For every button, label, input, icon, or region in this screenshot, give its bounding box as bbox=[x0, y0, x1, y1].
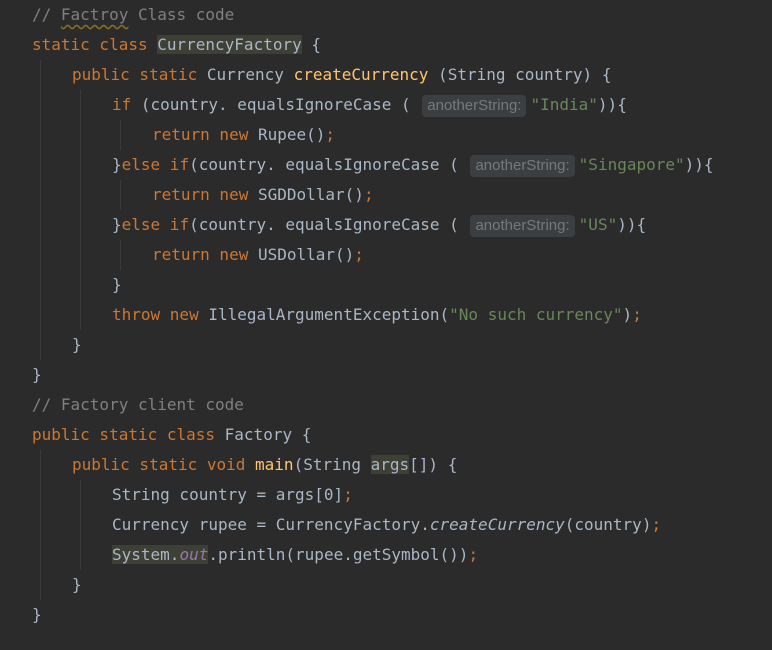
keyword: public static bbox=[72, 65, 207, 84]
string-literal: "Singapore" bbox=[578, 155, 685, 174]
code-line-18[interactable]: Currency rupee = CurrencyFactory.createC… bbox=[112, 510, 661, 540]
string-literal: "US" bbox=[578, 215, 618, 234]
indent-guide bbox=[120, 120, 121, 150]
code-line-19[interactable]: System.out.println(rupee.getSymbol()); bbox=[112, 540, 478, 570]
code-line-2[interactable]: static class CurrencyFactory { bbox=[32, 30, 321, 60]
closing-brace: } bbox=[32, 365, 42, 384]
code-line-11[interactable]: throw new IllegalArgumentException("No s… bbox=[112, 300, 642, 330]
parameter-highlighted: args bbox=[370, 455, 410, 474]
class-name-highlighted: CurrencyFactory bbox=[157, 35, 302, 54]
code-text: { bbox=[301, 35, 321, 54]
keyword: if bbox=[112, 95, 132, 114]
keyword: throw new bbox=[112, 305, 209, 324]
semicolon: ; bbox=[632, 305, 642, 324]
code-text: (String country) { bbox=[428, 65, 612, 84]
code-text: } bbox=[112, 215, 122, 234]
semicolon: ; bbox=[468, 545, 479, 564]
code-text: (country. equalsIgnoreCase ( bbox=[189, 215, 469, 234]
keyword: public static class bbox=[32, 425, 225, 444]
code-text: } bbox=[112, 155, 122, 174]
return-type: Currency bbox=[206, 65, 294, 84]
code-line-10[interactable]: } bbox=[112, 270, 122, 300]
closing-brace: } bbox=[32, 605, 42, 624]
code-line-6[interactable]: }else if(country. equalsIgnoreCase ( ano… bbox=[112, 150, 714, 180]
system-class-highlighted: System.out bbox=[112, 545, 209, 564]
comment-typo-word: Factroy bbox=[60, 5, 129, 24]
comment-prefix: // bbox=[32, 5, 61, 24]
code-text: (country) bbox=[564, 515, 652, 534]
indent-guide bbox=[80, 480, 81, 570]
code-line-12[interactable]: } bbox=[72, 330, 82, 360]
static-field: out bbox=[179, 545, 209, 564]
comment: // Factory client code bbox=[32, 395, 244, 414]
code-text: .println(rupee.getSymbol()) bbox=[208, 545, 469, 564]
code-text: IllegalArgumentException( bbox=[208, 305, 450, 324]
keyword: else if bbox=[121, 215, 190, 234]
closing-brace: } bbox=[72, 335, 82, 354]
system-class: System. bbox=[112, 545, 180, 564]
indent-guide bbox=[40, 60, 41, 360]
code-text: (country. equalsIgnoreCase ( bbox=[131, 95, 421, 114]
code-line-15[interactable]: public static class Factory { bbox=[32, 420, 311, 450]
code-line-9[interactable]: return new USDollar(); bbox=[152, 240, 364, 270]
indent-guide bbox=[120, 180, 121, 210]
keyword: else if bbox=[121, 155, 190, 174]
code-line-21[interactable]: } bbox=[32, 600, 42, 630]
closing-brace: } bbox=[72, 575, 82, 594]
code-text: USDollar() bbox=[257, 245, 355, 264]
code-line-20[interactable]: } bbox=[72, 570, 82, 600]
code-line-16[interactable]: public static void main(String args[]) { bbox=[72, 450, 457, 480]
code-text: ) bbox=[622, 305, 633, 324]
semicolon: ; bbox=[651, 515, 662, 534]
keyword: static class bbox=[32, 35, 158, 54]
code-text: SGDDollar() bbox=[257, 185, 364, 204]
code-editor[interactable]: // Factroy Class code static class Curre… bbox=[0, 0, 772, 650]
code-line-7[interactable]: return new SGDDollar(); bbox=[152, 180, 374, 210]
indent-guide bbox=[80, 90, 81, 330]
keyword: return new bbox=[152, 125, 258, 144]
indent-guide bbox=[120, 240, 121, 270]
semicolon: ; bbox=[354, 245, 364, 264]
code-line-3[interactable]: public static Currency createCurrency (S… bbox=[72, 60, 611, 90]
string-literal: "India" bbox=[530, 95, 598, 114]
indent-guide bbox=[40, 450, 41, 600]
semicolon: ; bbox=[343, 485, 353, 504]
code-text: (country. equalsIgnoreCase ( bbox=[189, 155, 469, 174]
keyword: public static void bbox=[72, 455, 256, 474]
method-name: main bbox=[255, 455, 294, 474]
closing-brace: } bbox=[112, 275, 122, 294]
method-name: createCurrency bbox=[293, 65, 429, 84]
semicolon: ; bbox=[363, 185, 374, 204]
comment-suffix: Class code bbox=[128, 5, 235, 24]
code-text: (String bbox=[293, 455, 371, 474]
code-text: String country = args[0] bbox=[112, 485, 344, 504]
parameter-hint: anotherString: bbox=[470, 214, 575, 237]
code-line-13[interactable]: } bbox=[32, 360, 42, 390]
string-literal: "No such currency" bbox=[449, 305, 623, 324]
code-text: Factory { bbox=[224, 425, 312, 444]
keyword: return new bbox=[152, 185, 258, 204]
code-line-4[interactable]: if (country. equalsIgnoreCase ( anotherS… bbox=[112, 90, 627, 120]
code-line-14[interactable]: // Factory client code bbox=[32, 390, 244, 420]
code-text: Currency rupee = CurrencyFactory. bbox=[112, 515, 430, 534]
code-text: )){ bbox=[684, 155, 714, 174]
parameter-hint: anotherString: bbox=[422, 94, 527, 117]
code-line-8[interactable]: }else if(country. equalsIgnoreCase ( ano… bbox=[112, 210, 646, 240]
semicolon: ; bbox=[325, 125, 336, 144]
static-method-call: createCurrency bbox=[429, 515, 565, 534]
code-text: )){ bbox=[617, 215, 647, 234]
code-text: )){ bbox=[597, 95, 627, 114]
code-line-1[interactable]: // Factroy Class code bbox=[32, 0, 234, 30]
keyword: return new bbox=[152, 245, 258, 264]
code-line-5[interactable]: return new Rupee(); bbox=[152, 120, 335, 150]
code-text: []) { bbox=[409, 455, 458, 474]
parameter-hint: anotherString: bbox=[470, 154, 575, 177]
code-text: Rupee() bbox=[257, 125, 326, 144]
code-line-17[interactable]: String country = args[0]; bbox=[112, 480, 353, 510]
